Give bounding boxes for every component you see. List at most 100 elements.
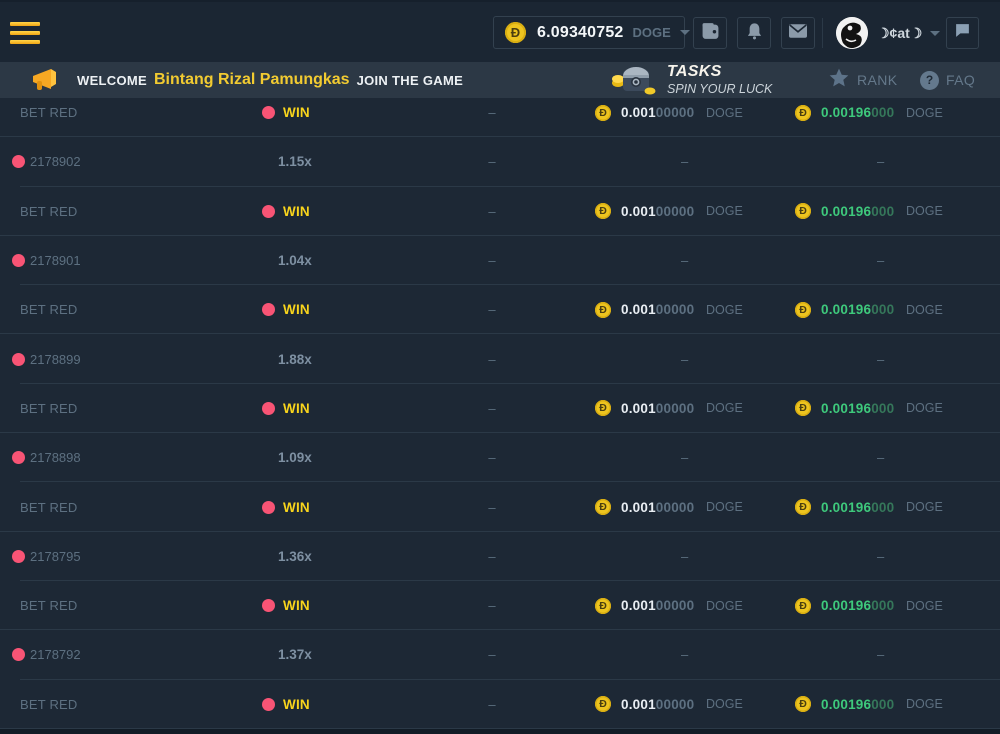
- doge-coin-icon: Ð: [795, 203, 811, 219]
- bet-amount: 0.00100000: [621, 598, 702, 613]
- user-menu[interactable]: ☽¢at☽: [836, 2, 940, 64]
- tasks-subtitle: SPIN YOUR LUCK: [667, 83, 772, 96]
- currency-label: DOGE: [706, 204, 743, 218]
- empty-value: –: [877, 450, 884, 465]
- bet-amount: 0.00100000: [621, 302, 702, 317]
- bet-amount: 0.00100000: [621, 204, 702, 219]
- empty-value: –: [681, 253, 688, 268]
- empty-value: –: [488, 647, 495, 662]
- bet-id: 2178899: [30, 352, 81, 367]
- bet-type-label: BET RED: [20, 105, 78, 120]
- bet-id-row[interactable]: 2178792 1.37x – – –: [0, 630, 1000, 679]
- balance-selector[interactable]: Ð 6.09340752 DOGE: [493, 16, 685, 49]
- currency-label: DOGE: [906, 599, 943, 613]
- doge-coin-icon: Ð: [595, 598, 611, 614]
- doge-coin-icon: Ð: [795, 598, 811, 614]
- result-label: WIN: [283, 105, 310, 120]
- mail-icon: [789, 24, 807, 43]
- welcome-suffix: JOIN THE GAME: [357, 73, 463, 88]
- bet-multiplier: 1.09x: [278, 450, 312, 465]
- faq-link[interactable]: ? FAQ: [920, 62, 975, 98]
- doge-coin-icon: Ð: [795, 499, 811, 515]
- red-dot-icon: [262, 303, 275, 316]
- balance-amount: 6.09340752: [537, 24, 624, 42]
- bet-type-label: BET RED: [20, 401, 78, 416]
- empty-value: –: [681, 450, 688, 465]
- bet-result-row[interactable]: BET RED WIN – Ð 0.00100000 DOGE Ð 0.0019…: [0, 285, 1000, 334]
- bet-amount: 0.00100000: [621, 697, 702, 712]
- bet-result-row[interactable]: BET RED WIN – Ð 0.00100000 DOGE Ð 0.0019…: [0, 482, 1000, 531]
- bet-result-row[interactable]: BET RED WIN – Ð 0.00100000 DOGE Ð 0.0019…: [0, 680, 1000, 729]
- wallet-button[interactable]: [693, 17, 727, 49]
- bet-multiplier: 1.88x: [278, 352, 312, 367]
- empty-value: –: [488, 204, 495, 219]
- profit-amount: 0.00196000: [821, 697, 902, 712]
- faq-label: FAQ: [946, 72, 975, 88]
- bet-result-row[interactable]: BET RED WIN – Ð 0.00100000 DOGE Ð 0.0019…: [0, 187, 1000, 236]
- bet-pairs-container: 2178902 1.15x – – – BET RED WIN – Ð 0.00…: [0, 137, 1000, 729]
- bet-multiplier: 1.36x: [278, 549, 312, 564]
- empty-value: –: [488, 500, 495, 515]
- messages-button[interactable]: [781, 17, 815, 49]
- empty-value: –: [488, 253, 495, 268]
- result-label: WIN: [283, 401, 310, 416]
- username: ☽¢at☽: [877, 25, 922, 42]
- currency-label: DOGE: [906, 204, 943, 218]
- empty-value: –: [877, 253, 884, 268]
- announcement-bar: WELCOME Bintang Rizal Pamungkas JOIN THE…: [0, 62, 1000, 98]
- bet-result-row[interactable]: BET RED WIN – Ð 0.00100000 DOGE Ð 0.0019…: [0, 581, 1000, 630]
- red-dot-icon: [262, 698, 275, 711]
- top-navigation-bar: Ð 6.09340752 DOGE ☽¢at☽: [0, 0, 1000, 62]
- red-dot-icon: [12, 353, 25, 366]
- empty-value: –: [681, 352, 688, 367]
- red-dot-icon: [12, 155, 25, 168]
- result-label: WIN: [283, 500, 310, 515]
- doge-coin-icon: Ð: [795, 105, 811, 121]
- notifications-button[interactable]: [737, 17, 771, 49]
- rank-link[interactable]: RANK: [828, 62, 898, 98]
- chevron-down-icon: [930, 31, 940, 36]
- profit-amount: 0.00196000: [821, 204, 902, 219]
- bottom-strip: [0, 729, 1000, 734]
- doge-coin-icon: Ð: [595, 400, 611, 416]
- tasks-link[interactable]: TASKS SPIN YOUR LUCK: [610, 62, 772, 98]
- empty-value: –: [488, 105, 495, 120]
- profit-amount: 0.00196000: [821, 401, 902, 416]
- currency-label: DOGE: [706, 106, 743, 120]
- star-icon: [828, 67, 850, 94]
- bet-multiplier: 1.15x: [278, 154, 312, 169]
- welcome-prefix: WELCOME: [77, 73, 147, 88]
- doge-coin-icon: Ð: [595, 105, 611, 121]
- bet-id-row[interactable]: 2178795 1.36x – – –: [0, 532, 1000, 581]
- bet-result-row[interactable]: BET RED WIN – Ð 0.00100000 DOGE Ð 0.0019…: [0, 384, 1000, 433]
- doge-coin-icon: Ð: [595, 696, 611, 712]
- bet-id-row[interactable]: 2178898 1.09x – – –: [0, 433, 1000, 482]
- question-mark-icon: ?: [920, 71, 939, 90]
- balance-currency: DOGE: [633, 25, 671, 40]
- welcome-message: WELCOME Bintang Rizal Pamungkas JOIN THE…: [77, 62, 463, 98]
- bet-result-row[interactable]: BET RED WIN – Ð 0.00100000 DOGE Ð 0.0019…: [0, 98, 1000, 137]
- treasure-chest-icon: [610, 61, 660, 100]
- doge-coin-icon: Ð: [795, 400, 811, 416]
- hamburger-menu-icon[interactable]: [10, 22, 40, 49]
- profit-amount: 0.00196000: [821, 105, 902, 120]
- bet-id-row[interactable]: 2178901 1.04x – – –: [0, 236, 1000, 285]
- bet-type-label: BET RED: [20, 302, 78, 317]
- result-label: WIN: [283, 598, 310, 613]
- red-dot-icon: [262, 205, 275, 218]
- doge-coin-icon: Ð: [595, 499, 611, 515]
- doge-coin-icon: Ð: [505, 22, 526, 43]
- empty-value: –: [488, 401, 495, 416]
- bet-id-row[interactable]: 2178899 1.88x – – –: [0, 334, 1000, 383]
- bet-id-row[interactable]: 2178902 1.15x – – –: [0, 137, 1000, 186]
- empty-value: –: [681, 549, 688, 564]
- doge-coin-icon: Ð: [595, 302, 611, 318]
- bell-icon: [746, 22, 763, 45]
- chat-toggle-button[interactable]: [946, 17, 979, 49]
- empty-value: –: [877, 549, 884, 564]
- currency-label: DOGE: [706, 697, 743, 711]
- bet-multiplier: 1.37x: [278, 647, 312, 662]
- empty-value: –: [877, 647, 884, 662]
- bet-id: 2178901: [30, 253, 81, 268]
- bet-type-label: BET RED: [20, 204, 78, 219]
